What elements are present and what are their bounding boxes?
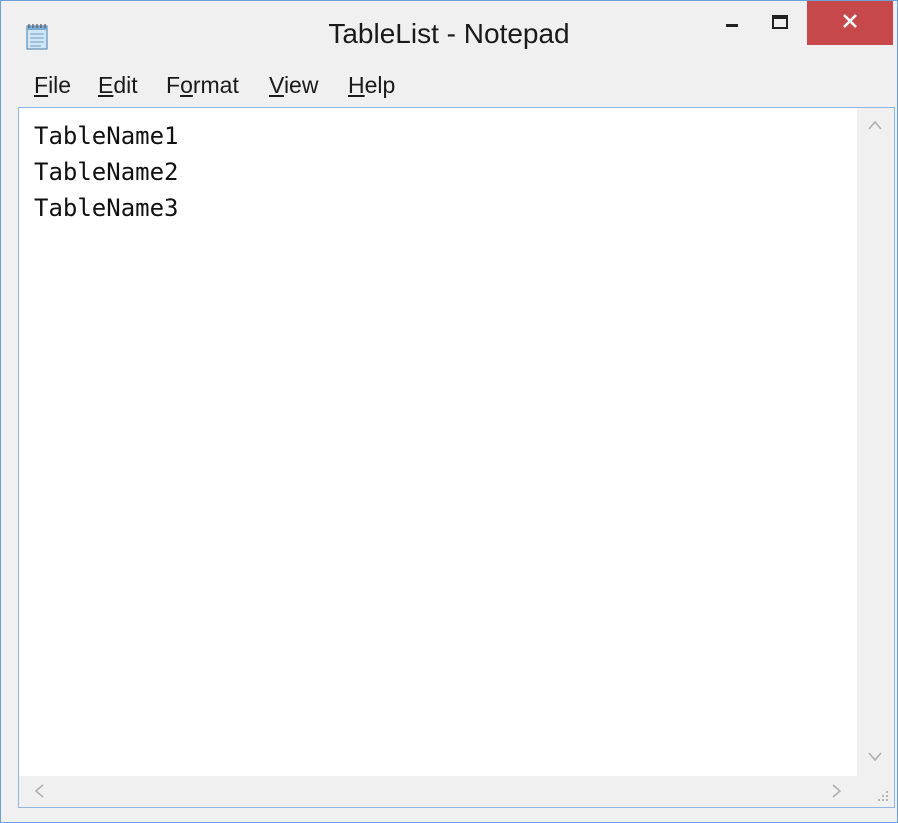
- text-line: TableName1: [34, 122, 179, 150]
- vertical-scrollbar[interactable]: [857, 108, 894, 776]
- notepad-icon[interactable]: [23, 21, 53, 51]
- editor: TableName1 TableName2 TableName3: [18, 107, 895, 808]
- menu-format[interactable]: Format: [166, 71, 239, 99]
- title-bar[interactable]: TableList - Notepad: [1, 1, 897, 63]
- close-button[interactable]: [807, 1, 893, 45]
- minimize-icon: [725, 15, 739, 34]
- text-line: TableName3: [34, 194, 179, 222]
- text-line: TableName2: [34, 158, 179, 186]
- close-icon: [842, 13, 858, 34]
- scroll-down-icon[interactable]: [867, 748, 883, 768]
- menu-help[interactable]: Help: [348, 71, 395, 99]
- size-grip[interactable]: [857, 776, 894, 807]
- scroll-right-icon[interactable]: [831, 783, 843, 804]
- minimize-button[interactable]: [708, 1, 756, 47]
- scroll-left-icon[interactable]: [33, 783, 45, 804]
- menu-bar: File Edit Format View Help: [1, 63, 897, 107]
- resize-grip-icon: [875, 788, 889, 807]
- notepad-window: TableList - Notepad File Edit Format Vie…: [0, 0, 898, 823]
- menu-view[interactable]: View: [269, 71, 318, 99]
- scroll-up-icon[interactable]: [867, 116, 883, 136]
- maximize-button[interactable]: [756, 1, 804, 47]
- maximize-icon: [772, 14, 788, 34]
- text-area[interactable]: TableName1 TableName2 TableName3: [19, 108, 857, 776]
- menu-file[interactable]: File: [34, 71, 71, 99]
- horizontal-scrollbar[interactable]: [19, 776, 857, 807]
- menu-edit[interactable]: Edit: [98, 71, 138, 99]
